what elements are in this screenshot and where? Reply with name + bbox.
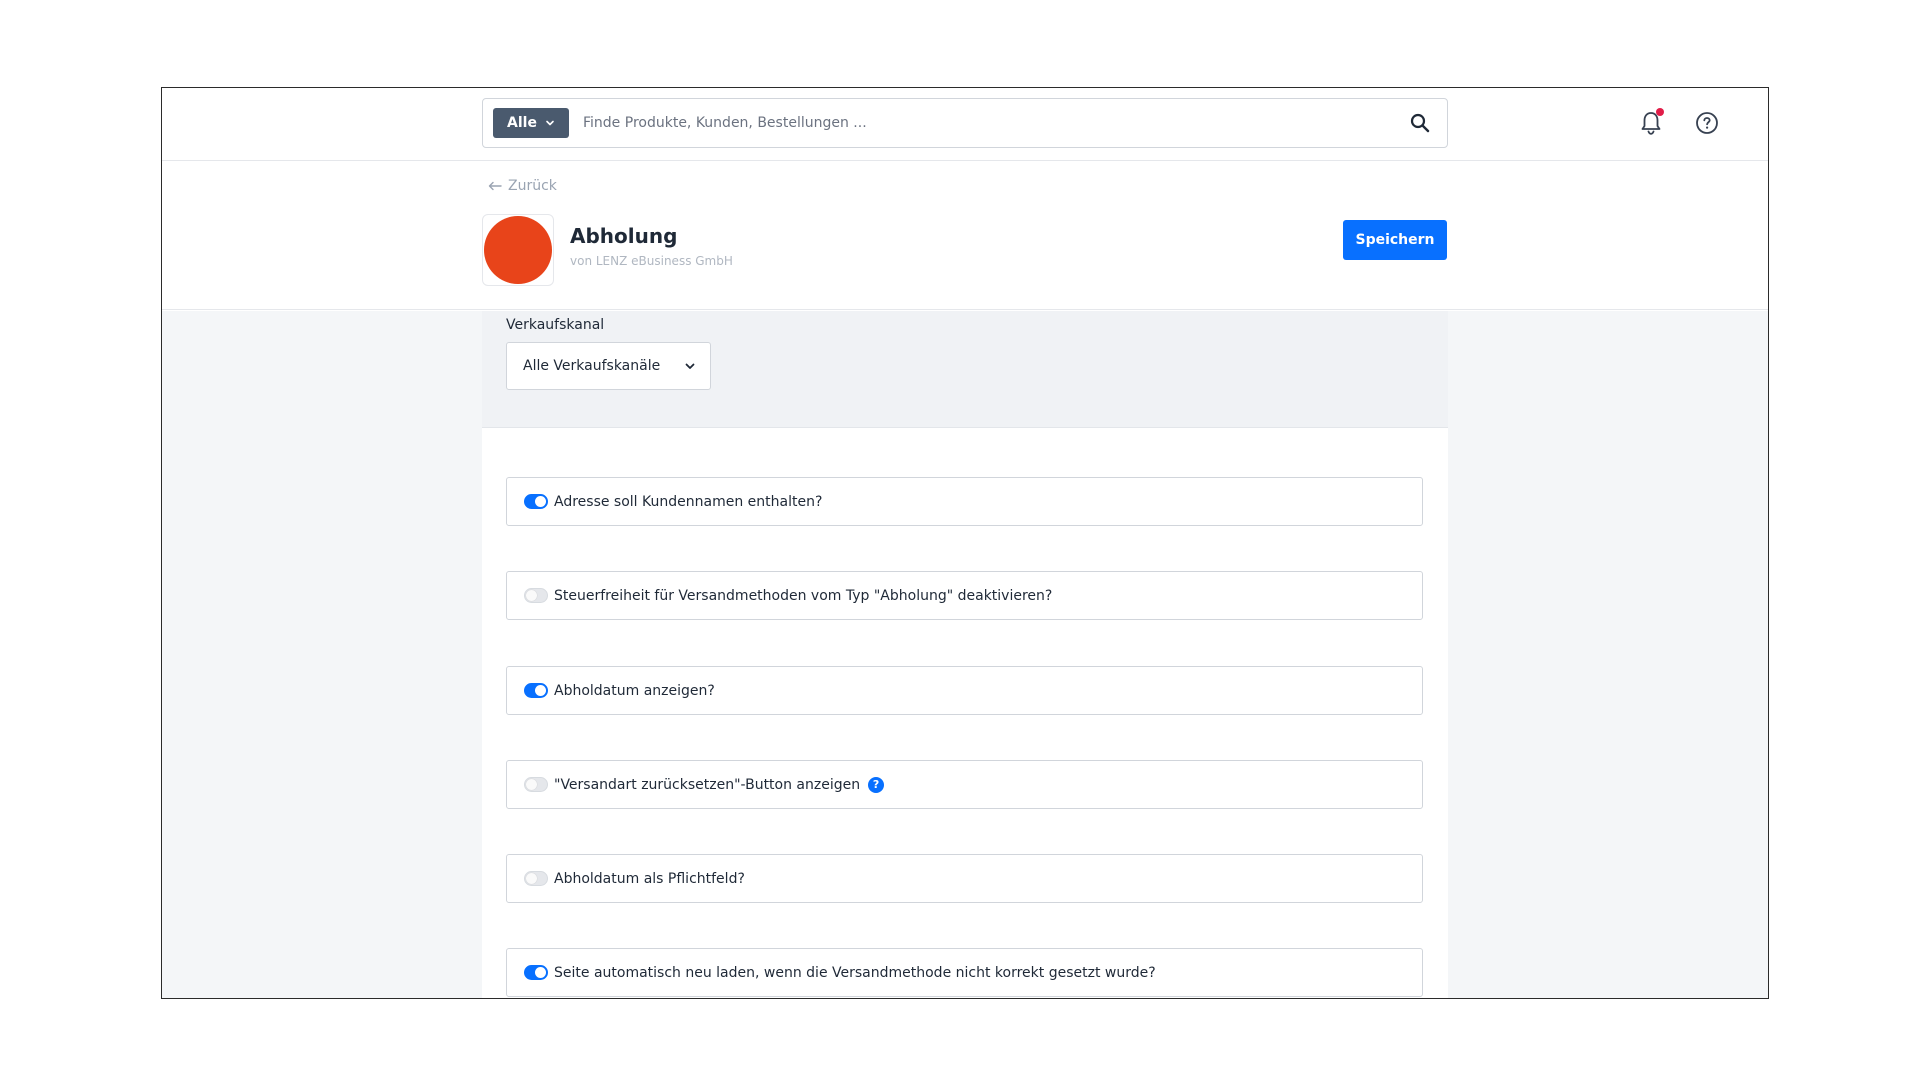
back-label: Zurück — [508, 178, 557, 194]
top-bar: Alle — [162, 88, 1768, 161]
option-label: Steuerfreiheit für Versandmethoden vom T… — [554, 587, 1053, 604]
option-label: Abholdatum als Pflichtfeld? — [554, 870, 745, 887]
sales-channel-value: Alle Verkaufskanäle — [523, 358, 661, 374]
search-icon[interactable] — [1409, 112, 1431, 134]
option-row: Seite automatisch neu laden, wenn die Ve… — [506, 948, 1423, 997]
back-link[interactable]: Zurück — [488, 178, 557, 194]
sales-channel-label: Verkaufskanal — [506, 317, 605, 333]
page-title: Abholung — [570, 224, 678, 248]
save-button[interactable]: Speichern — [1343, 220, 1447, 260]
option-row: "Versandart zurücksetzen"-Button anzeige… — [506, 760, 1423, 809]
search-input[interactable] — [583, 109, 1383, 137]
option-toggle[interactable] — [524, 965, 548, 980]
chevron-down-icon — [546, 120, 554, 126]
vendor-name: von LENZ eBusiness GmbH — [570, 254, 733, 268]
help-button[interactable] — [1694, 110, 1720, 136]
info-icon[interactable]: ? — [868, 776, 885, 793]
page-header: Zurück Abholung von LENZ eBusiness GmbH … — [162, 162, 1768, 310]
app-logo — [482, 214, 554, 286]
option-label: Adresse soll Kundennamen enthalten? — [554, 493, 823, 510]
help-circle-icon — [1696, 112, 1718, 134]
option-label: Abholdatum anzeigen? — [554, 682, 715, 699]
option-toggle[interactable] — [524, 588, 548, 603]
app-window: Alle Zurück Abholung von LENZ eBusiness … — [161, 87, 1769, 999]
option-row: Abholdatum als Pflichtfeld? — [506, 854, 1423, 903]
sales-channel-panel: Verkaufskanal Alle Verkaufskanäle — [482, 311, 1448, 428]
option-toggle[interactable] — [524, 871, 548, 886]
sales-channel-select[interactable]: Alle Verkaufskanäle — [506, 342, 711, 390]
option-toggle[interactable] — [524, 683, 548, 698]
notification-badge — [1656, 108, 1664, 116]
option-label: "Versandart zurücksetzen"-Button anzeige… — [554, 776, 861, 793]
search-scope-label: Alle — [507, 115, 537, 131]
app-logo-mark — [484, 216, 552, 284]
option-row: Adresse soll Kundennamen enthalten? — [506, 477, 1423, 526]
option-row: Abholdatum anzeigen? — [506, 666, 1423, 715]
option-row: Steuerfreiheit für Versandmethoden vom T… — [506, 571, 1423, 620]
settings-card: Verkaufskanal Alle Verkaufskanäle Adress… — [482, 311, 1448, 998]
global-search: Alle — [482, 98, 1448, 148]
search-scope-dropdown[interactable]: Alle — [493, 108, 569, 138]
arrow-left-icon — [488, 181, 502, 191]
notifications-button[interactable] — [1636, 108, 1666, 138]
option-toggle[interactable] — [524, 494, 548, 509]
option-toggle[interactable] — [524, 777, 548, 792]
chevron-down-icon — [685, 363, 695, 369]
option-label: Seite automatisch neu laden, wenn die Ve… — [554, 964, 1156, 981]
